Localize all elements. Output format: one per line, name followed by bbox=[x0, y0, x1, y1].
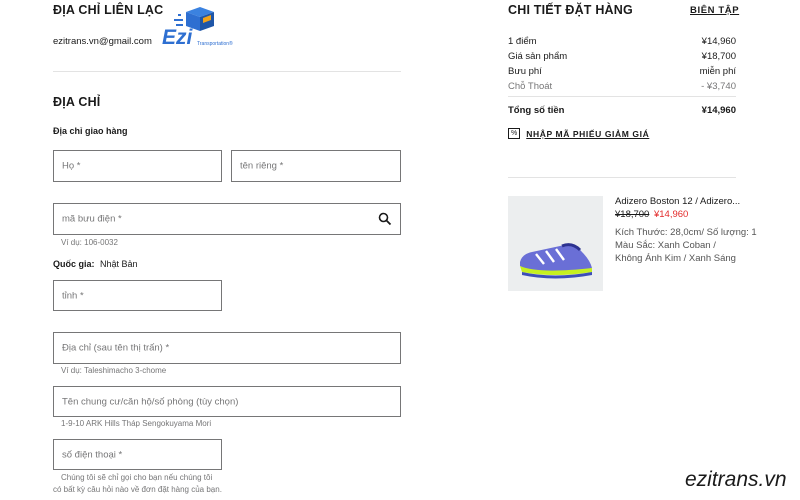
product-color-line-2: Không Ánh Kim / Xanh Sáng bbox=[615, 253, 736, 264]
country-value: Nhật Bản bbox=[100, 259, 138, 269]
product-size-qty: Kích Thước: 28,0cm/ Số lượng: 1 bbox=[615, 227, 757, 238]
address-title: ĐỊA CHỈ bbox=[53, 95, 101, 109]
building-placeholder: Tên chung cư/căn hộ/số phòng (tùy chọn) bbox=[62, 396, 239, 407]
phone-field[interactable]: số điện thoại * bbox=[53, 439, 222, 470]
country-label: Quốc gia: bbox=[53, 259, 95, 269]
total-label: Tổng số tiền bbox=[508, 105, 565, 116]
first-name-field[interactable]: tên riêng * bbox=[231, 150, 401, 182]
street-placeholder: Địa chỉ (sau tên thị trấn) * bbox=[62, 342, 170, 354]
contact-email: ezitrans.vn@gmail.com bbox=[53, 36, 152, 47]
product-divider bbox=[508, 177, 736, 178]
phone-hint-line-1: Chúng tôi sẽ chỉ gọi cho bạn nếu chúng t… bbox=[61, 473, 213, 482]
postcode-placeholder: mã bưu điện * bbox=[62, 213, 122, 225]
building-hint: 1-9-10 ARK Hills Tháp Sengokuyama Mori bbox=[61, 419, 212, 428]
postcode-field[interactable]: mã bưu điện * bbox=[53, 203, 401, 235]
watermark: ezitrans.vn bbox=[685, 468, 787, 491]
shipping-address-label: Địa chỉ giao hàng bbox=[53, 126, 128, 136]
order-row-shipping: Bưu phí miễn phí bbox=[508, 66, 736, 77]
product-image[interactable] bbox=[508, 196, 603, 291]
contact-divider bbox=[53, 71, 401, 72]
order-row-points: 1 điểm ¥14,960 bbox=[508, 36, 736, 47]
product-price: ¥18,700 ¥14,960 bbox=[615, 209, 688, 220]
last-name-placeholder: Họ * bbox=[62, 160, 81, 172]
street-hint: Ví dụ: Taleshimacho 3-chome bbox=[61, 366, 167, 375]
total-value: ¥14,960 bbox=[701, 105, 736, 116]
edit-order-link[interactable]: BIÊN TẬP bbox=[690, 5, 739, 16]
search-icon[interactable] bbox=[378, 212, 392, 226]
country-row: Quốc gia: Nhật Bản bbox=[53, 259, 138, 269]
order-row-discount: Chỗ Thoát - ¥3,740 bbox=[508, 81, 736, 92]
coupon-link[interactable]: % NHẬP MÃ PHIẾU GIẢM GIÁ bbox=[508, 128, 649, 139]
product-old-price: ¥18,700 bbox=[615, 209, 650, 220]
order-total-row: Tổng số tiền ¥14,960 bbox=[508, 105, 736, 116]
contact-title: ĐỊA CHỈ LIÊN LẠC bbox=[53, 3, 164, 17]
order-row-product-price: Giá sản phẩm ¥18,700 bbox=[508, 51, 736, 62]
summary-divider bbox=[508, 96, 736, 97]
phone-placeholder: số điện thoại * bbox=[62, 449, 123, 460]
last-name-field[interactable]: Họ * bbox=[53, 150, 222, 182]
phone-hint-line-2: có bất kỳ câu hỏi nào về đơn đặt hàng củ… bbox=[53, 485, 222, 494]
product-name[interactable]: Adizero Boston 12 / Adizero... bbox=[615, 196, 740, 207]
product-sale-price: ¥14,960 bbox=[653, 209, 689, 220]
ezi-logo: Ezi Transportation® bbox=[160, 4, 240, 50]
postcode-hint: Ví dụ: 106-0032 bbox=[61, 238, 118, 247]
logo-subtitle: Transportation® bbox=[197, 41, 233, 47]
street-address-field[interactable]: Địa chỉ (sau tên thị trấn) * bbox=[53, 332, 401, 364]
coupon-label: NHẬP MÃ PHIẾU GIẢM GIÁ bbox=[526, 128, 650, 139]
prefecture-placeholder: tỉnh * bbox=[62, 290, 84, 301]
logo-word: Ezi bbox=[162, 26, 193, 49]
product-color-line-1: Màu Sắc: Xanh Coban / bbox=[615, 240, 716, 251]
prefecture-field[interactable]: tỉnh * bbox=[53, 280, 222, 311]
percent-tag-icon: % bbox=[508, 128, 521, 139]
running-shoe-icon bbox=[520, 243, 592, 279]
order-title: CHI TIẾT ĐẶT HÀNG bbox=[508, 3, 633, 17]
building-field[interactable]: Tên chung cư/căn hộ/số phòng (tùy chọn) bbox=[53, 386, 401, 417]
first-name-placeholder: tên riêng * bbox=[240, 160, 284, 172]
